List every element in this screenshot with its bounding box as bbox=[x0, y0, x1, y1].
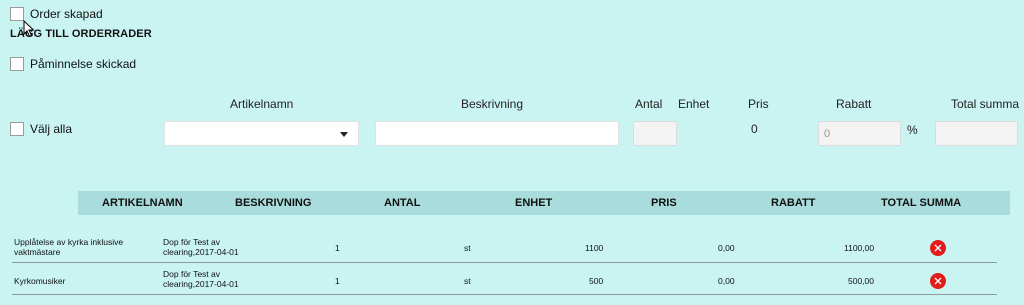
close-icon bbox=[934, 244, 942, 252]
discount-input-value: 0 bbox=[824, 128, 831, 140]
header-discount: RABATT bbox=[771, 197, 816, 209]
row-article-name: Upplåtelse av kyrka inklusive vaktmästar… bbox=[14, 237, 124, 257]
row-description: Dop för Test av clearing,2017-04-01 bbox=[163, 269, 239, 289]
row-article-name: Kyrkomusiker bbox=[14, 276, 66, 286]
header-quantity: ANTAL bbox=[384, 197, 421, 209]
total-sum-label: Total summa bbox=[951, 97, 1020, 111]
select-all-checkbox-row[interactable]: Välj alla bbox=[10, 122, 72, 136]
row-divider bbox=[12, 294, 997, 295]
chevron-down-icon bbox=[340, 132, 348, 137]
quantity-input[interactable] bbox=[633, 121, 677, 146]
order-created-checkbox-row[interactable]: Order skapad bbox=[10, 7, 103, 21]
discount-input[interactable]: 0 bbox=[818, 121, 901, 146]
row-discount: 0,00 bbox=[718, 276, 735, 286]
header-description: BESKRIVNING bbox=[235, 197, 312, 209]
header-total-sum: TOTAL SUMMA bbox=[881, 197, 962, 209]
delete-row-button[interactable] bbox=[930, 273, 946, 289]
row-price: 1100 bbox=[585, 243, 604, 253]
percent-sign: % bbox=[907, 123, 918, 137]
row-divider bbox=[12, 262, 997, 263]
article-name-select[interactable] bbox=[164, 121, 359, 146]
order-created-checkbox[interactable] bbox=[10, 7, 24, 21]
table-row: Upplåtelse av kyrka inklusive vaktmästar… bbox=[0, 235, 1024, 263]
header-unit: ENHET bbox=[515, 197, 553, 209]
price-value: 0 bbox=[751, 122, 758, 136]
row-total: 1100,00 bbox=[844, 243, 875, 253]
reminder-sent-checkbox[interactable] bbox=[10, 57, 24, 71]
delete-row-button[interactable] bbox=[930, 240, 946, 256]
discount-label: Rabatt bbox=[836, 97, 872, 111]
total-sum-input[interactable] bbox=[935, 121, 1018, 146]
mouse-pointer-icon bbox=[23, 20, 35, 38]
row-quantity: 1 bbox=[335, 276, 340, 286]
order-created-label: Order skapad bbox=[30, 7, 103, 21]
header-article-name: ARTIKELNAMN bbox=[102, 197, 183, 209]
row-price: 500 bbox=[589, 276, 604, 286]
table-row: Kyrkomusiker Dop för Test av clearing,20… bbox=[0, 267, 1024, 295]
header-price: PRIS bbox=[651, 197, 677, 209]
row-discount: 0,00 bbox=[718, 243, 735, 253]
row-total: 500,00 bbox=[848, 276, 874, 286]
unit-label: Enhet bbox=[678, 97, 710, 111]
description-label: Beskrivning bbox=[461, 97, 524, 111]
reminder-sent-label: Påminnelse skickad bbox=[30, 57, 137, 71]
select-all-checkbox[interactable] bbox=[10, 122, 24, 136]
select-all-label: Välj alla bbox=[30, 122, 73, 136]
price-label: Pris bbox=[748, 97, 769, 111]
reminder-sent-checkbox-row[interactable]: Påminnelse skickad bbox=[10, 57, 136, 71]
quantity-label: Antal bbox=[635, 97, 663, 111]
description-input[interactable] bbox=[375, 121, 619, 146]
article-name-label: Artikelnamn bbox=[230, 97, 294, 111]
close-icon bbox=[934, 277, 942, 285]
row-unit: st bbox=[464, 276, 471, 286]
row-unit: st bbox=[464, 243, 471, 253]
row-description: Dop för Test av clearing,2017-04-01 bbox=[163, 237, 239, 257]
row-quantity: 1 bbox=[335, 243, 340, 253]
